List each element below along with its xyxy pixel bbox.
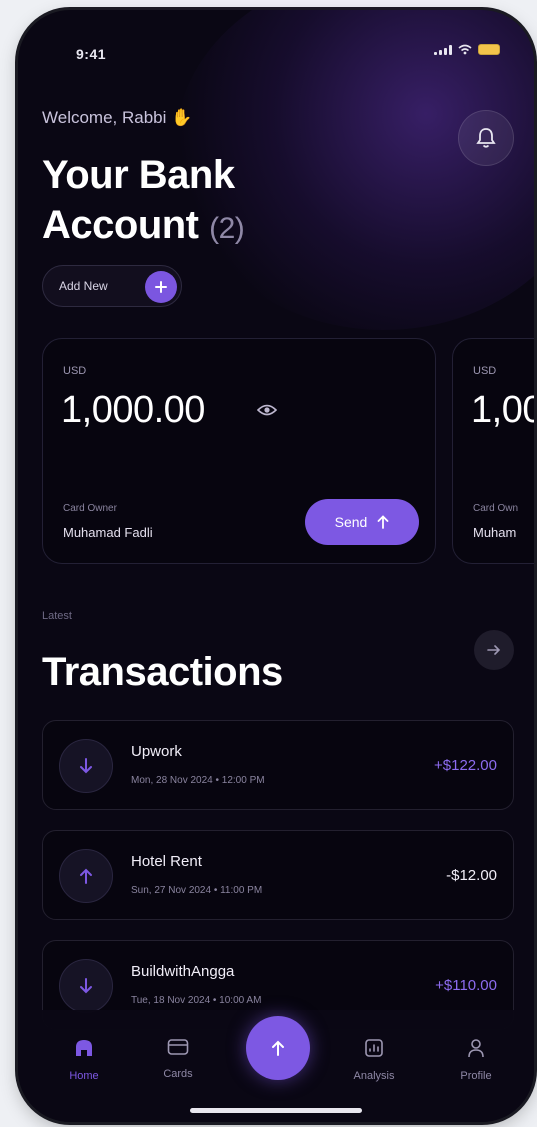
- latest-label: Latest: [42, 610, 72, 622]
- card-balance: 1,00: [471, 389, 534, 431]
- arrow-up-icon: [272, 1040, 284, 1056]
- add-new-label: Add New: [59, 279, 108, 293]
- transaction-amount: -$12.00: [446, 867, 497, 884]
- transaction-amount: +$110.00: [435, 977, 497, 994]
- transaction-date: Mon, 28 Nov 2024 • 12:00 PM: [131, 775, 265, 786]
- title-line-1: Your Bank: [42, 153, 235, 197]
- send-fab-button[interactable]: [246, 1016, 310, 1080]
- nav-cards-label: Cards: [163, 1068, 193, 1080]
- income-icon: [59, 959, 113, 1013]
- transaction-row[interactable]: Upwork Mon, 28 Nov 2024 • 12:00 PM +$122…: [42, 720, 514, 810]
- status-icons: [434, 44, 500, 55]
- add-new-button[interactable]: Add New: [42, 265, 182, 307]
- send-button[interactable]: Send: [305, 499, 419, 545]
- bank-card-2[interactable]: USD 1,00 Card Own Muham: [452, 338, 534, 564]
- income-icon: [59, 739, 113, 793]
- transaction-name: Hotel Rent: [131, 853, 202, 870]
- title-line-2: Account: [42, 203, 199, 247]
- home-icon: [76, 1040, 92, 1056]
- transactions-title: Transactions: [42, 650, 283, 694]
- transaction-date: Tue, 18 Nov 2024 • 10:00 AM: [131, 995, 262, 1006]
- nav-analysis-label: Analysis: [353, 1070, 395, 1082]
- transaction-name: Upwork: [131, 743, 182, 760]
- plus-icon: [145, 271, 177, 303]
- signal-icon: [434, 44, 452, 55]
- eye-icon[interactable]: [256, 403, 278, 422]
- wifi-icon: [458, 44, 472, 55]
- card-balance: 1,000.00: [61, 389, 205, 431]
- bank-card[interactable]: USD 1,000.00 Card Owner Muhamad Fadli Se…: [42, 338, 436, 564]
- profile-icon: [468, 1039, 484, 1058]
- bell-icon: [476, 128, 496, 148]
- transaction-amount: +$122.00: [434, 757, 497, 774]
- card-currency: USD: [473, 365, 497, 377]
- card-owner-label: Card Own: [473, 503, 519, 514]
- arrow-right-icon: [487, 645, 501, 655]
- send-label: Send: [334, 514, 368, 530]
- nav-analysis[interactable]: Analysis: [334, 1038, 414, 1082]
- card-currency: USD: [63, 365, 87, 377]
- page-title: Your Bank Account (2): [42, 150, 245, 254]
- transaction-name: BuildwithAngga: [131, 963, 235, 980]
- phone-screen: 9:41 Welcome, Rabbi ✋ Your Bank Account …: [18, 10, 534, 1122]
- home-indicator: [190, 1108, 362, 1113]
- welcome-label: Welcome, Rabbi: [42, 108, 167, 127]
- nav-profile-label: Profile: [460, 1070, 492, 1082]
- card-icon: [167, 1039, 189, 1055]
- notification-button[interactable]: [458, 110, 514, 166]
- arrow-up-icon: [377, 515, 389, 529]
- nav-cards[interactable]: Cards: [138, 1038, 218, 1080]
- nav-home[interactable]: Home: [44, 1038, 124, 1082]
- analysis-icon: [365, 1039, 383, 1057]
- wave-hand-icon: ✋: [171, 108, 193, 127]
- more-button[interactable]: [474, 630, 514, 670]
- transaction-date: Sun, 27 Nov 2024 • 11:00 PM: [131, 885, 263, 896]
- card-owner-name: Muham: [473, 525, 517, 540]
- card-owner-label: Card Owner: [63, 503, 117, 514]
- nav-profile[interactable]: Profile: [436, 1038, 516, 1082]
- battery-icon: [478, 44, 500, 55]
- card-owner-name: Muhamad Fadli: [63, 525, 153, 540]
- status-time: 9:41: [76, 46, 107, 62]
- transaction-row[interactable]: Hotel Rent Sun, 27 Nov 2024 • 11:00 PM -…: [42, 830, 514, 920]
- nav-home-label: Home: [69, 1070, 99, 1082]
- account-count: (2): [209, 212, 245, 245]
- welcome-text: Welcome, Rabbi ✋: [42, 108, 192, 128]
- expense-icon: [59, 849, 113, 903]
